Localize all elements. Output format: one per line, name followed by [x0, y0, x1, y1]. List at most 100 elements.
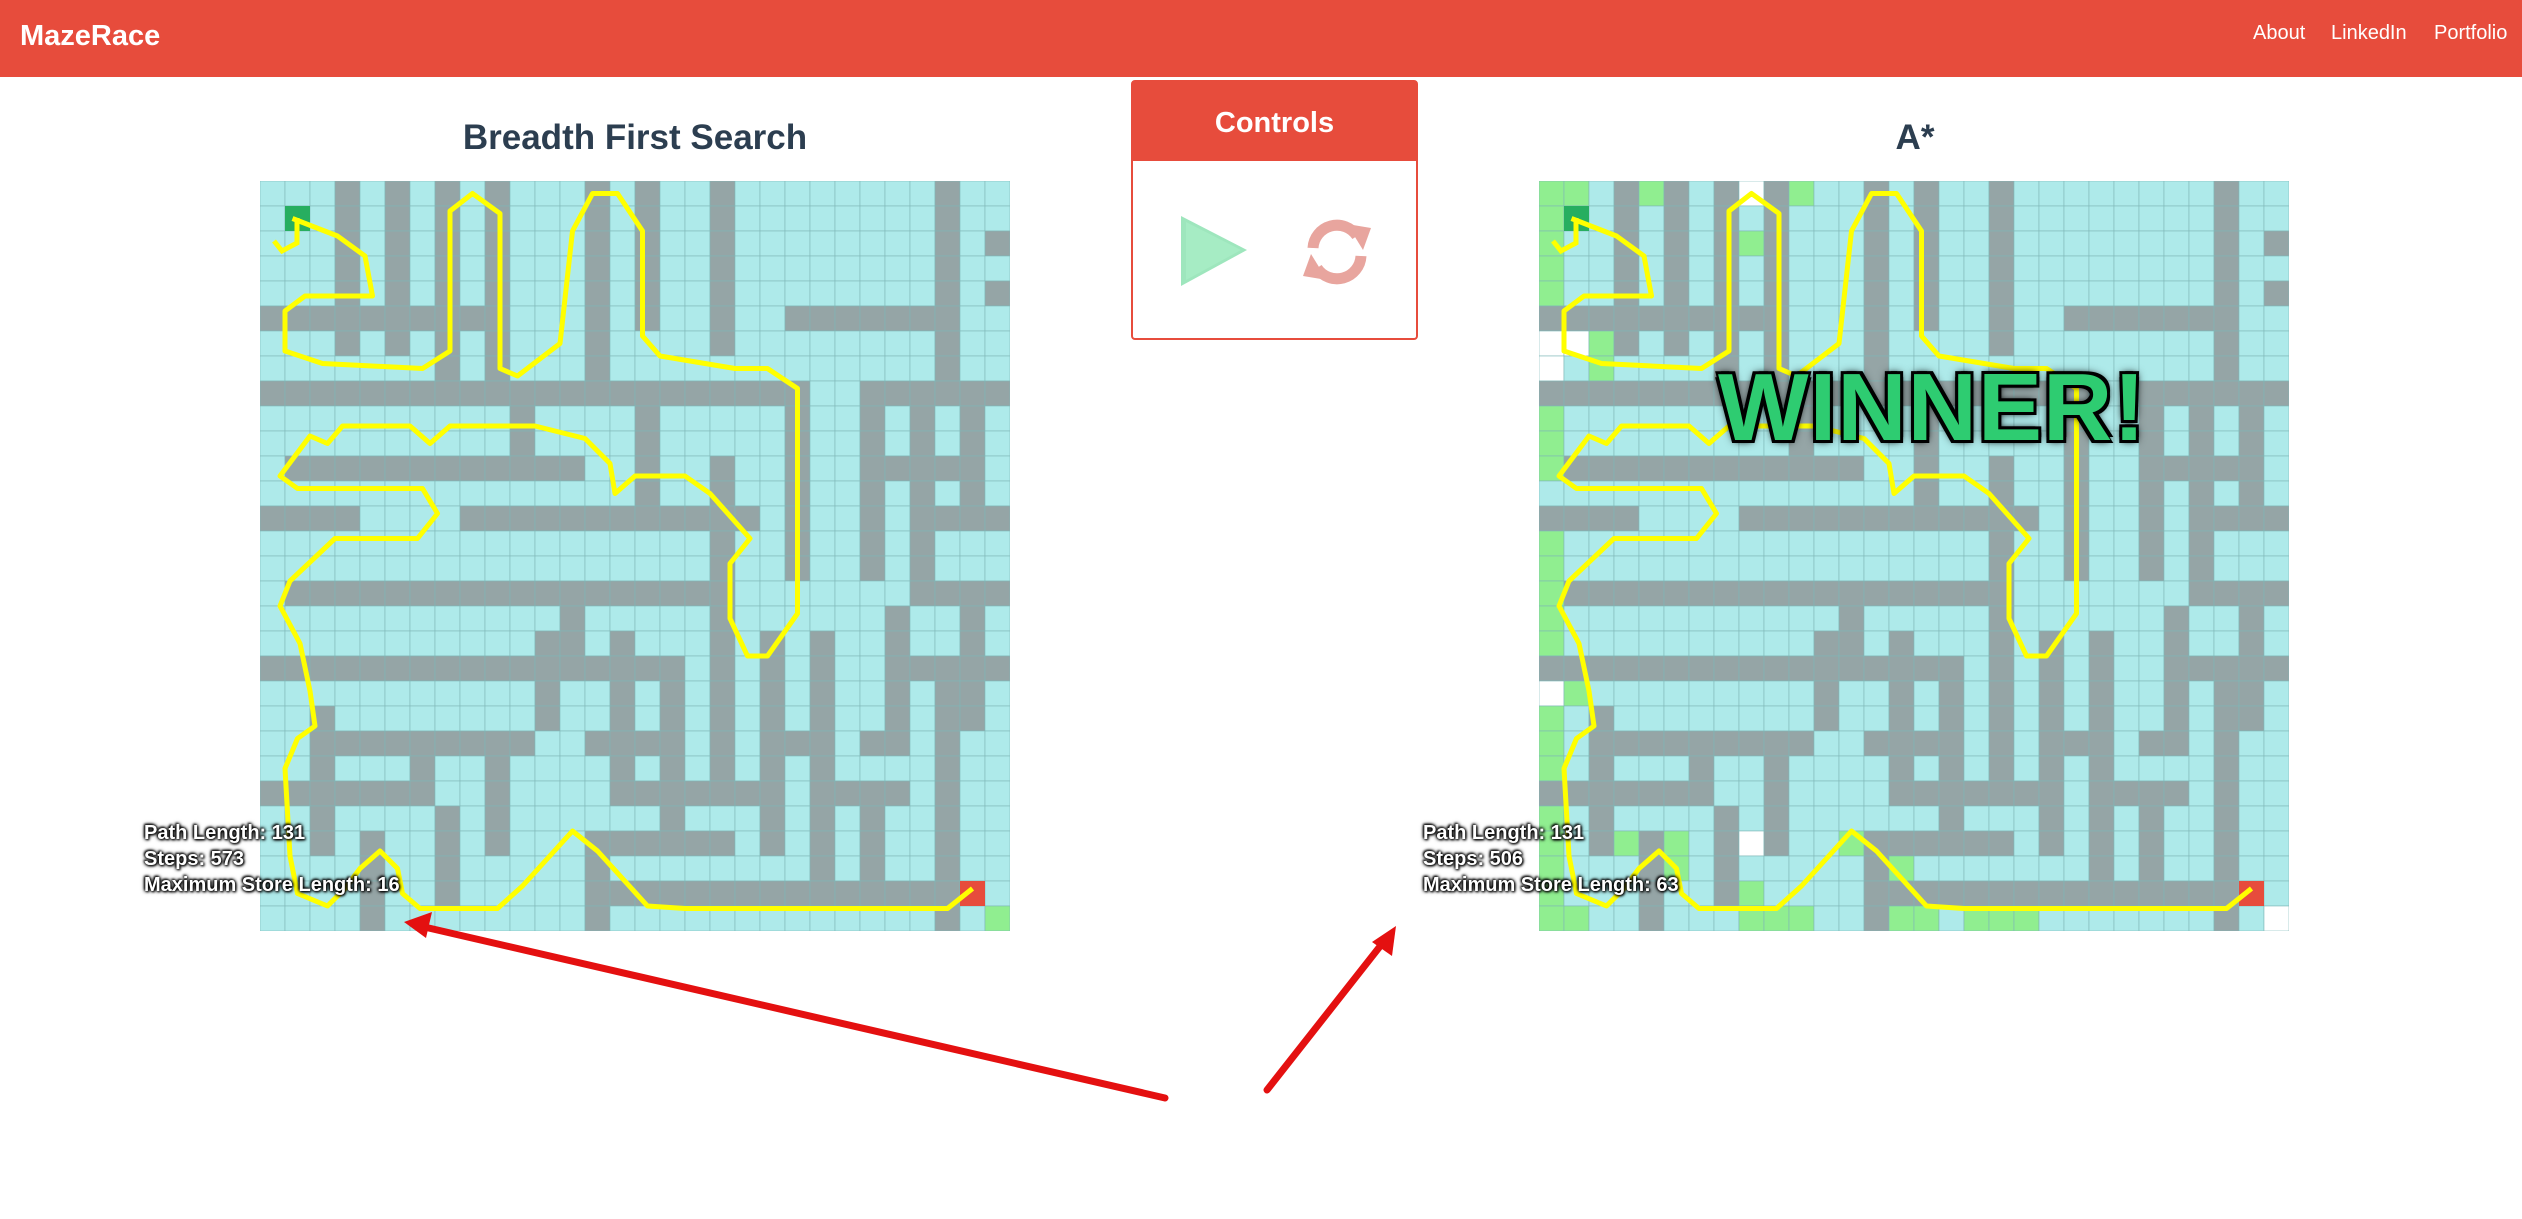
maze-cell	[2088, 480, 2115, 507]
maze-cell	[909, 705, 936, 732]
maze-cell	[509, 305, 536, 332]
maze-cell	[2263, 705, 2289, 732]
maze-wall-cell	[609, 380, 636, 407]
maze-wall-cell	[1713, 730, 1740, 757]
maze-cell	[459, 705, 486, 732]
maze-wall-cell	[709, 205, 736, 232]
maze-wall-cell	[934, 330, 961, 357]
maze-wall-cell	[584, 880, 611, 907]
maze-cell	[2038, 580, 2065, 607]
maze-wall-cell	[1888, 680, 1915, 707]
maze-cell	[1738, 480, 1765, 507]
maze-wall-cell	[759, 380, 786, 407]
maze-wall-cell	[1938, 680, 1965, 707]
maze-cell	[1563, 530, 1590, 557]
maze-cell	[1813, 181, 1840, 207]
maze-cell	[909, 730, 936, 757]
maze-wall-cell	[1663, 255, 1690, 282]
maze-cell	[759, 405, 786, 432]
maze-cell	[834, 205, 861, 232]
maze-wall-cell	[2163, 730, 2190, 757]
maze-wall-cell	[634, 255, 661, 282]
maze-wall-cell	[1763, 755, 1790, 782]
maze-cell	[2088, 530, 2115, 557]
maze-cell	[884, 530, 911, 557]
maze-wall-cell	[1813, 580, 1840, 607]
maze-wall-cell	[1938, 755, 1965, 782]
maze-wall-cell	[1738, 505, 1765, 532]
maze-wall-cell	[1713, 855, 1740, 882]
maze-wall-cell	[634, 305, 661, 332]
maze-cell	[859, 655, 886, 682]
maze-wall-cell	[609, 630, 636, 657]
maze-cell	[659, 430, 686, 457]
maze-cell	[1688, 205, 1715, 232]
maze-wall-cell	[684, 880, 711, 907]
maze-wall-cell	[859, 780, 886, 807]
maze-cell	[934, 430, 961, 457]
nav-link-portfolio[interactable]: Portfolio	[2434, 22, 2507, 45]
nav-link-linkedin[interactable]: LinkedIn	[2331, 22, 2407, 45]
maze-cell	[2263, 555, 2289, 582]
maze-wall-cell	[1838, 655, 1865, 682]
maze-wall-cell	[384, 730, 411, 757]
maze-wall-cell	[759, 880, 786, 907]
maze-cell	[2188, 630, 2215, 657]
maze-wall-cell	[1539, 780, 1565, 807]
maze-wall-cell	[709, 255, 736, 282]
maze-cell	[1913, 530, 1940, 557]
maze-wall-cell	[959, 505, 986, 532]
maze-cell	[2088, 580, 2115, 607]
maze-wall-cell	[484, 580, 511, 607]
maze-cell	[459, 230, 486, 257]
maze-wall-cell	[584, 905, 611, 931]
maze-cell	[434, 530, 461, 557]
maze-wall-cell	[784, 880, 811, 907]
maze-wall-cell	[260, 305, 286, 332]
maze-cell	[2013, 255, 2040, 282]
maze-cell	[559, 555, 586, 582]
maze-wall-cell	[884, 305, 911, 332]
play-button[interactable]	[1177, 210, 1249, 290]
maze-wall-cell	[1913, 580, 1940, 607]
maze-wall-cell	[1813, 655, 1840, 682]
maze-wall-cell	[1988, 630, 2015, 657]
maze-cell	[2088, 280, 2115, 307]
maze-wall-cell	[1663, 305, 1690, 332]
maze-cell	[684, 630, 711, 657]
maze-wall-cell	[909, 380, 936, 407]
maze-cell	[409, 280, 436, 307]
maze-wall-cell	[1913, 505, 1940, 532]
maze-cell	[1663, 480, 1690, 507]
maze-cell	[2113, 630, 2140, 657]
maze-cell	[834, 680, 861, 707]
maze-wall-cell	[534, 505, 561, 532]
maze-cell	[534, 205, 561, 232]
maze-cell	[509, 280, 536, 307]
maze-wall-cell	[1988, 305, 2015, 332]
maze-wall-cell	[1613, 181, 1640, 207]
nav-link-about[interactable]: About	[2253, 22, 2305, 45]
maze-cell	[984, 555, 1010, 582]
maze-cell	[784, 705, 811, 732]
maze-wall-cell	[659, 780, 686, 807]
maze-wall-cell	[559, 455, 586, 482]
maze-cell	[684, 755, 711, 782]
maze-cell	[2013, 480, 2040, 507]
maze-cell	[2113, 505, 2140, 532]
maze-wall-cell	[1613, 730, 1640, 757]
maze-wall-cell	[1638, 455, 1665, 482]
maze-wall-cell	[1713, 580, 1740, 607]
maze-cell	[509, 181, 536, 207]
maze-cell	[759, 330, 786, 357]
maze-cell	[1838, 855, 1865, 882]
maze-cell	[2213, 430, 2240, 457]
reset-button[interactable]	[1299, 214, 1375, 290]
maze-wall-cell	[934, 230, 961, 257]
maze-wall-cell	[359, 730, 386, 757]
brand-logo[interactable]: MazeRace	[20, 20, 160, 53]
maze-cell	[1963, 730, 1990, 757]
maze-wall-cell	[384, 280, 411, 307]
maze-wall-cell	[709, 730, 736, 757]
maze-cell	[934, 605, 961, 632]
